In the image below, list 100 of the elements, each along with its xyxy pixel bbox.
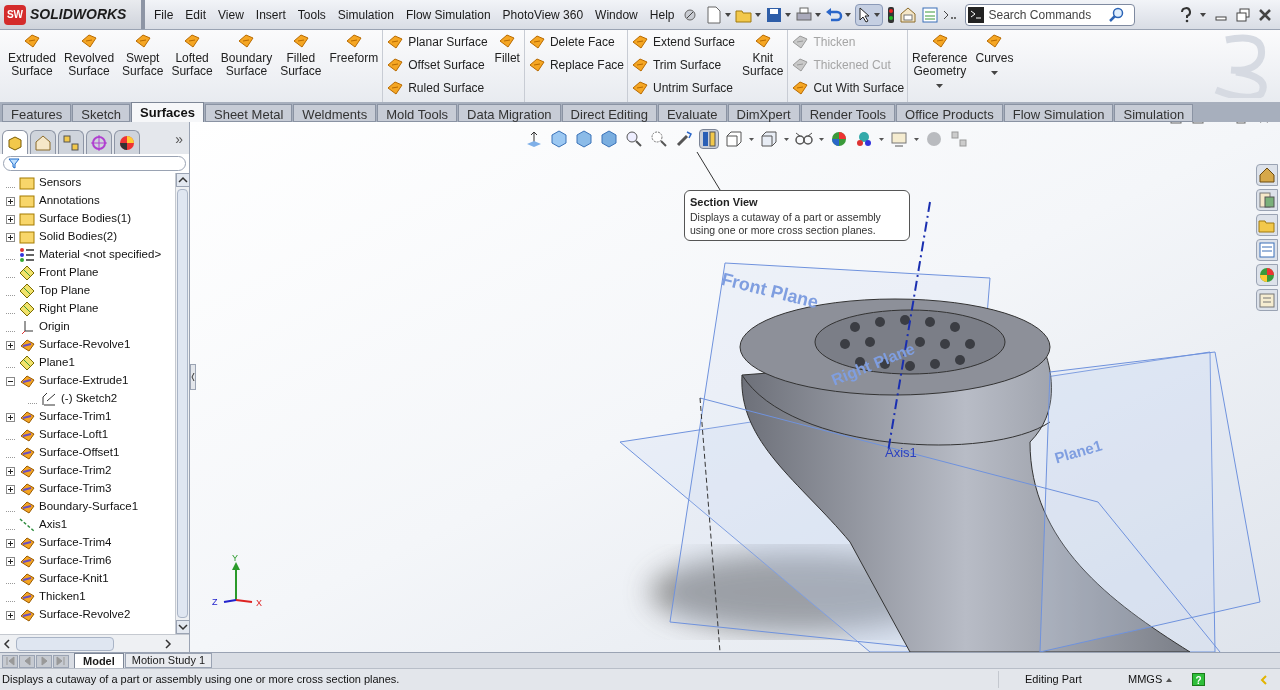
scroll-up-icon[interactable] [176,173,190,187]
menu-item[interactable]: Flow Simulation [400,3,496,26]
undo-icon[interactable] [825,5,844,24]
scroll-down-icon[interactable] [176,620,190,634]
panel-tab[interactable] [114,130,140,154]
tree-item[interactable]: Surface-Trim2 [39,462,112,480]
search-input[interactable]: Search Commands [988,5,1105,24]
ribbon-button[interactable]: Reference Geometry [910,32,970,88]
tree-item[interactable]: Sensors [39,174,82,192]
expand-toggle[interactable] [6,466,15,476]
tab[interactable]: Motion Study 1 [124,653,213,668]
menu-item[interactable]: Window [590,3,643,26]
tree-item[interactable]: Surface-Trim3 [39,480,112,498]
ribbon-button[interactable]: Boundary Surface [218,32,275,78]
ribbon-button[interactable]: Filled Surface [278,32,324,78]
caret-icon[interactable] [1166,677,1172,682]
expand-toggle[interactable] [6,232,15,242]
task-pane-tab[interactable] [1256,264,1278,286]
tab[interactable]: Office Products [896,104,1003,122]
menu-item[interactable]: Edit [180,3,212,26]
tree-item[interactable]: Surface Bodies(1) [39,210,132,228]
caret-icon[interactable] [785,12,792,17]
pin-icon[interactable] [683,7,698,22]
tree-item[interactable]: Plane1 [39,354,75,372]
tab[interactable]: Sketch [72,104,131,122]
view-toolbar-button[interactable] [854,129,874,149]
close-icon[interactable] [1258,7,1272,22]
tab[interactable]: Data Migration [458,104,561,122]
tree-item[interactable]: Annotations [39,192,100,210]
ribbon-button[interactable]: Revolved Surface [62,32,117,78]
expand-toggle[interactable] [6,484,15,494]
view-toolbar-button[interactable] [699,129,719,149]
more-icon[interactable] [943,9,958,20]
select-button[interactable] [855,3,884,26]
expand-toggle[interactable] [6,214,15,224]
expand-toggle[interactable] [6,340,15,350]
tab[interactable]: Sheet Metal [205,104,293,122]
tree-item[interactable]: Surface-Trim4 [39,534,112,552]
caret-icon[interactable] [784,137,789,141]
splitter-handle-icon[interactable] [190,364,196,390]
ribbon-button[interactable]: Cut With Surface [790,78,906,98]
tree-item[interactable]: Origin [39,318,70,336]
tab[interactable]: Features [2,104,72,122]
scroll-thumb[interactable] [177,189,188,618]
panel-tab[interactable] [2,130,28,154]
view-toolbar-button[interactable] [674,129,694,149]
expand-toggle[interactable] [6,412,15,422]
menu-item[interactable]: Help [644,3,680,26]
caret-icon[interactable] [879,137,884,141]
tab[interactable]: Render Tools [800,104,896,122]
caret-icon[interactable] [725,12,732,17]
tree-item[interactable]: Surface-Extrude1 [39,372,129,390]
expand-toggle[interactable] [6,610,15,620]
traffic-light-icon[interactable] [887,5,896,24]
task-pane-tab[interactable] [1256,164,1278,186]
ribbon-button[interactable]: Delete Face [526,32,625,52]
view-toolbar-button[interactable] [549,129,569,149]
menu-item[interactable]: Simulation [332,3,399,26]
more-tabs-button[interactable]: » [175,129,183,150]
tree-item[interactable]: Surface-Revolve1 [39,336,131,354]
tab[interactable]: Flow Simulation [1003,104,1114,122]
horizontal-scrollbar[interactable] [0,634,189,652]
caret-icon[interactable] [815,12,822,17]
tree-item[interactable]: Thicken1 [39,588,86,606]
menu-item[interactable]: PhotoView 360 [497,3,589,26]
tab[interactable]: Model [74,653,124,668]
ribbon-button[interactable]: Trim Surface [630,55,737,75]
expand-toggle[interactable] [6,376,15,386]
tree-item[interactable]: Front Plane [39,264,99,282]
task-pane-tab[interactable] [1256,189,1278,211]
ribbon-button[interactable]: Knit Surface [740,32,786,78]
tab[interactable]: DimXpert [727,104,800,122]
tab[interactable]: Weldments [293,104,377,122]
ribbon-button[interactable]: Lofted Surface [169,32,215,78]
help-icon[interactable] [1180,6,1192,23]
tree-item[interactable]: Axis1 [39,516,68,534]
filter-field[interactable] [3,156,186,171]
menu-item[interactable]: View [213,3,249,26]
save-icon[interactable] [765,5,784,24]
tree-item[interactable]: Material <not specified> [39,246,162,264]
tab[interactable]: Direct Editing [561,104,657,122]
caret-icon[interactable] [755,12,762,17]
ribbon-button[interactable]: Ruled Surface [385,78,489,98]
view-toolbar-button[interactable] [599,129,619,149]
ribbon-button[interactable]: Swept Surface [120,32,166,78]
ribbon-button[interactable]: Replace Face [526,55,625,75]
tree-item[interactable]: Top Plane [39,282,91,300]
tree-item[interactable]: Boundary-Surface1 [39,498,139,516]
caret-icon[interactable] [1200,12,1206,17]
tab[interactable]: Evaluate [657,104,727,122]
view-toolbar-button[interactable] [829,129,849,149]
search-icon[interactable] [1108,6,1125,23]
expand-toggle[interactable] [6,556,15,566]
caret-icon[interactable] [845,12,852,17]
expand-toggle[interactable] [6,538,15,548]
vertical-scrollbar[interactable] [175,173,189,634]
view-toolbar-button[interactable] [759,129,779,149]
printer-icon[interactable] [795,5,814,24]
view-toolbar-button[interactable] [724,129,744,149]
ribbon-button[interactable]: Untrim Surface [630,78,737,98]
